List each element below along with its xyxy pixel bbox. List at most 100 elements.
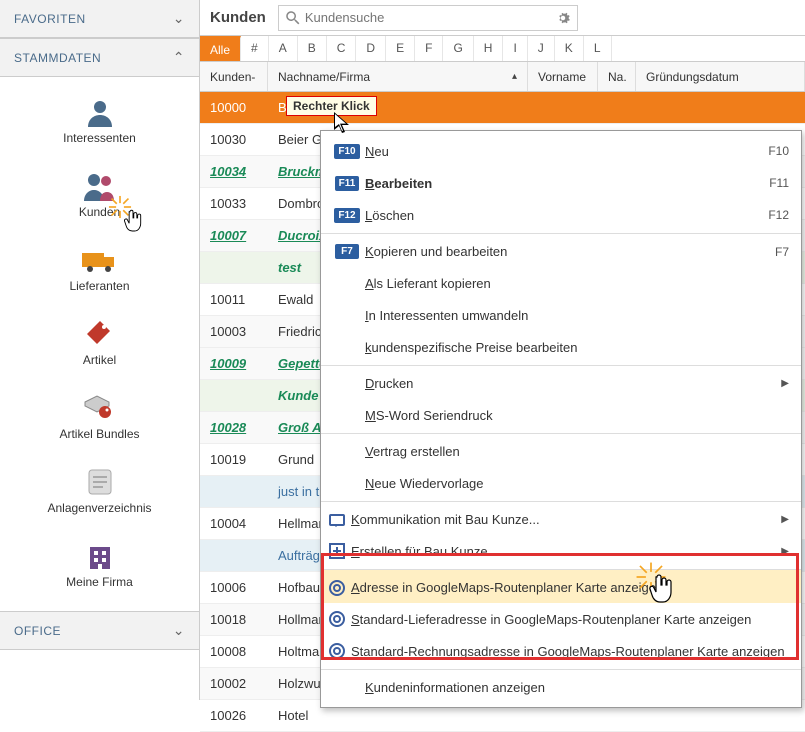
col-na[interactable]: Na. <box>598 62 636 91</box>
az-tab-F[interactable]: F <box>415 36 443 61</box>
col-gruendung[interactable]: Gründungsdatum <box>636 62 805 91</box>
sidebar-item-artikel[interactable]: Artikel <box>0 305 199 379</box>
sidebar-item-artikel bundles[interactable]: Artikel Bundles <box>0 379 199 453</box>
sidebar-item-anlagenverzeichnis[interactable]: Anlagenverzeichnis <box>0 453 199 527</box>
sidebar-section-stammdaten[interactable]: STAMMDATEN ⌃ <box>0 38 199 77</box>
col-nachname[interactable]: Nachname/Firma▴ <box>268 62 528 91</box>
nav-label: Artikel Bundles <box>59 427 139 441</box>
sidebar-item-kunden[interactable]: Kunden <box>0 157 199 231</box>
az-tab-I[interactable]: I <box>503 36 527 61</box>
shortcut: F11 <box>769 176 789 190</box>
sidebar-item-interessenten[interactable]: Interessenten <box>0 83 199 157</box>
az-tab-G[interactable]: G <box>443 36 473 61</box>
chevron-down-icon: ⌄ <box>173 622 185 639</box>
az-tab-Alle[interactable]: Alle <box>200 36 241 61</box>
menu-label: Neue Wiedervorlage <box>365 476 789 491</box>
sidebar-section-office[interactable]: OFFICE ⌄ <box>0 611 199 650</box>
search-input[interactable] <box>278 5 578 31</box>
cell-id: 10007 <box>200 228 268 243</box>
sort-asc-icon: ▴ <box>512 71 517 82</box>
sidebar-item-meine firma[interactable]: Meine Firma <box>0 527 199 601</box>
shortcut: F7 <box>775 245 789 259</box>
nav-icon <box>80 465 120 499</box>
menu-item[interactable]: MS-Word Seriendruck <box>321 399 801 431</box>
menu-item[interactable]: F12LöschenF12 <box>321 199 801 231</box>
menu-item[interactable]: Vertrag erstellen <box>321 433 801 467</box>
target-icon <box>329 643 345 659</box>
sidebar-item-lieferanten[interactable]: Lieferanten <box>0 231 199 305</box>
shortcut: F10 <box>768 144 789 158</box>
chevron-up-icon: ⌃ <box>173 49 185 66</box>
nav-label: Artikel <box>83 353 116 367</box>
cell-id: 10011 <box>200 292 268 307</box>
cell-id: 10034 <box>200 164 268 179</box>
gear-icon[interactable] <box>554 9 572 27</box>
az-tab-B[interactable]: B <box>298 36 327 61</box>
cell-name: Ewald <box>268 292 323 307</box>
menu-label: Kopieren und bearbeiten <box>365 244 775 259</box>
search-icon <box>284 9 302 27</box>
cell-name: Grund <box>268 452 324 467</box>
cell-id: 10028 <box>200 420 268 435</box>
az-tab-K[interactable]: K <box>555 36 584 61</box>
az-tab-A[interactable]: A <box>269 36 298 61</box>
az-tab-J[interactable]: J <box>528 36 555 61</box>
nav-icon <box>80 317 120 351</box>
nav-label: Meine Firma <box>66 575 133 589</box>
menu-label: kundenspezifische Preise bearbeiten <box>365 340 789 355</box>
menu-item[interactable]: F11BearbeitenF11 <box>321 167 801 199</box>
cell-id: 10033 <box>200 196 268 211</box>
menu-item[interactable]: Kommunikation mit Bau Kunze...▶ <box>321 501 801 535</box>
context-menu: F10NeuF10F11BearbeitenF11F12LöschenF12F7… <box>320 130 802 708</box>
col-vorname[interactable]: Vorname <box>528 62 598 91</box>
cell-name: test <box>268 260 311 275</box>
nav-icon <box>80 95 120 129</box>
section-title: STAMMDATEN <box>14 51 101 65</box>
target-icon <box>329 580 345 596</box>
key-badge: F12 <box>329 208 365 223</box>
az-tab-E[interactable]: E <box>386 36 415 61</box>
submenu-arrow-icon: ▶ <box>781 378 789 389</box>
section-title: OFFICE <box>14 624 61 638</box>
menu-label: In Interessenten umwandeln <box>365 308 789 323</box>
menu-item[interactable]: kundenspezifische Preise bearbeiten <box>321 331 801 363</box>
menu-item[interactable]: In Interessenten umwandeln <box>321 299 801 331</box>
menu-item[interactable]: Standard-Lieferadresse in GoogleMaps-Rou… <box>321 603 801 635</box>
menu-item[interactable]: F7Kopieren und bearbeitenF7 <box>321 233 801 267</box>
menu-item[interactable]: Drucken▶ <box>321 365 801 399</box>
nav-icon <box>80 391 120 425</box>
menu-item[interactable]: Standard-Rechnungsadresse in GoogleMaps-… <box>321 635 801 667</box>
submenu-arrow-icon: ▶ <box>781 546 789 557</box>
az-tab-#[interactable]: # <box>241 36 269 61</box>
menu-item[interactable]: Als Lieferant kopieren <box>321 267 801 299</box>
cell-id: 10002 <box>200 676 268 691</box>
menu-label: Kundeninformationen anzeigen <box>365 680 789 695</box>
sidebar-section-favoriten[interactable]: FAVORITEN ⌄ <box>0 0 199 38</box>
submenu-arrow-icon: ▶ <box>781 514 789 525</box>
az-tab-L[interactable]: L <box>584 36 612 61</box>
col-kundennr[interactable]: Kunden- <box>200 62 268 91</box>
target-icon <box>329 611 345 627</box>
menu-label: Als Lieferant kopieren <box>365 276 789 291</box>
menu-item[interactable]: Adresse in GoogleMaps-Routenplaner Karte… <box>321 569 801 603</box>
key-badge: F11 <box>329 176 365 191</box>
section-title: FAVORITEN <box>14 12 86 26</box>
az-tab-C[interactable]: C <box>327 36 357 61</box>
menu-label: Vertrag erstellen <box>365 444 789 459</box>
key-badge: F10 <box>329 144 365 159</box>
menu-item[interactable]: Kundeninformationen anzeigen <box>321 669 801 703</box>
nav-icon <box>80 243 120 277</box>
nav-label: Anlagenverzeichnis <box>47 501 151 515</box>
menu-item[interactable]: Neue Wiedervorlage <box>321 467 801 499</box>
cell-id: 10000 <box>200 100 268 115</box>
az-tab-D[interactable]: D <box>356 36 386 61</box>
menu-label: Erstellen für Bau Kunze... <box>351 544 775 559</box>
menu-item[interactable]: F10NeuF10 <box>321 135 801 167</box>
az-tab-H[interactable]: H <box>474 36 504 61</box>
cursor-icon <box>334 112 354 136</box>
cell-id: 10003 <box>200 324 268 339</box>
cell-id: 10019 <box>200 452 268 467</box>
speech-icon <box>329 514 345 526</box>
page-title: Kunden <box>210 9 266 26</box>
menu-item[interactable]: Erstellen für Bau Kunze... ▶ <box>321 535 801 567</box>
